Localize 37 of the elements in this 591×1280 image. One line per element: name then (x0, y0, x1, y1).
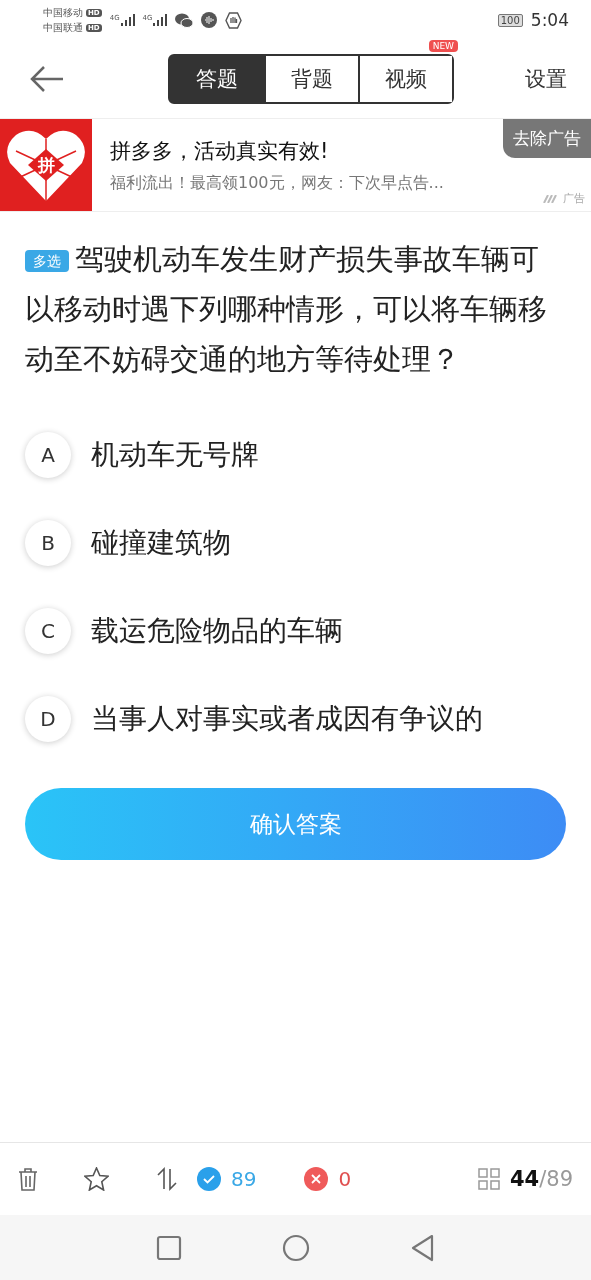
answer-option[interactable]: D 当事人对事实或者成因有争议的 (25, 696, 566, 742)
tab[interactable]: 答题 (170, 56, 264, 102)
ad-subtitle: 福利流出！最高领100元，网友：下次早点告... (110, 172, 444, 194)
carrier-name: 中国联通 (43, 20, 83, 35)
home-icon[interactable] (281, 1233, 310, 1262)
ad-label: 广告 (563, 191, 585, 206)
back-icon[interactable] (409, 1233, 436, 1262)
star-icon[interactable] (84, 1167, 109, 1191)
answer-option[interactable]: C 载运危险物品的车辆 (25, 608, 566, 654)
answer-option[interactable]: A 机动车无号牌 (25, 432, 566, 478)
wrong-count: 0 (338, 1167, 352, 1191)
correct-count: 89 (231, 1167, 257, 1191)
recent-apps-icon[interactable] (155, 1234, 182, 1261)
battery-level: 100 (497, 13, 523, 27)
trash-icon[interactable] (18, 1167, 38, 1191)
correct-icon (197, 1167, 221, 1191)
remove-ad-button[interactable]: 去除广告 (503, 119, 591, 158)
ad-banner[interactable]: 拼 拼多多，活动真实有效! 福利流出！最高领100元，网友：下次早点告... 去除广告 广告 (0, 118, 591, 212)
grid-icon[interactable] (477, 1168, 500, 1190)
signal-icon (153, 14, 168, 26)
option-letter: A (25, 432, 71, 478)
ad-title: 拼多多，活动真实有效! (110, 137, 330, 165)
clock-time: 5:04 (530, 10, 569, 30)
option-letter: B (25, 520, 71, 566)
wrong-icon (304, 1167, 329, 1191)
new-badge: NEW (428, 40, 458, 52)
back-arrow-icon[interactable] (30, 65, 64, 93)
chat-bubbles-icon (175, 12, 194, 28)
option-letter: C (25, 608, 71, 654)
question-text: 多选 驾驶机动车发生财产损失事故车辆可以移动时遇下列哪种情形，可以将车辆移动至不妨碍交通的地方等待处理？ (24, 241, 548, 378)
ad-logo: 拼 (0, 119, 92, 211)
sort-arrows-icon[interactable] (155, 1167, 179, 1191)
signal-icon (120, 14, 135, 26)
answer-option[interactable]: B 碰撞建筑物 (25, 520, 566, 566)
carrier-name: 中国移动 (43, 5, 83, 20)
settings-link[interactable]: 设置 (525, 65, 567, 93)
option-letter: D (25, 696, 71, 742)
